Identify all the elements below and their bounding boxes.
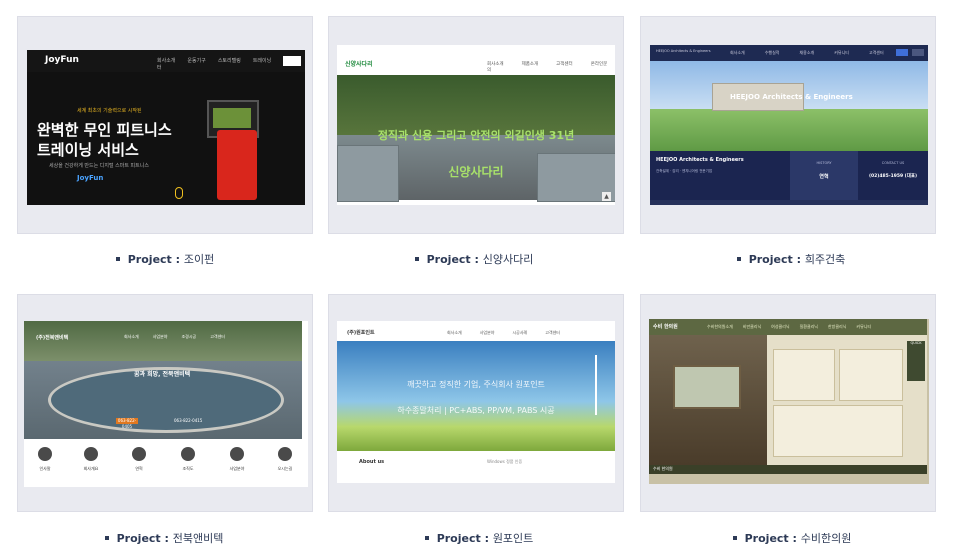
preview-menu-button — [283, 56, 301, 66]
preview-content-box — [773, 405, 903, 457]
project-card-joyfun[interactable]: JoyFun 회사소개운동기구스토리텔링트레이닝고객센터 세계 최초의 기술력으… — [17, 16, 313, 234]
preview-headline: 정직과 신용 그리고 안전의 외길인생 31년 — [377, 129, 575, 142]
project-card-subi[interactable]: 수비 한의원 수비한의원소개 비만클리닉 여성클리닉 질환클리닉 한방클리닉 커뮤니티 Q… — [640, 294, 936, 512]
project-caption[interactable]: Project : 신양사다리 — [324, 251, 624, 267]
preview-footer — [649, 465, 927, 474]
project-caption[interactable]: Project : 희주건축 — [641, 251, 941, 267]
bullet-icon — [424, 536, 429, 540]
preview-headline: 깨끗하고 정직한 기업, 주식회사 원포인트 — [407, 380, 545, 389]
preview-phone-2: 063-822-0415 — [174, 418, 203, 423]
project-card-sinyang[interactable]: 신양사다리 회사소개 제품소개 고객센터 온라인문의 정직과 신용 그리고 안전의 외… — [328, 16, 624, 234]
project-thumbnail[interactable]: JoyFun 회사소개운동기구스토리텔링트레이닝고객센터 세계 최초의 기술력으… — [27, 50, 305, 205]
preview-contact-panel: CONTACT US (02)485-1959 (대표) — [858, 151, 928, 200]
project-thumbnail[interactable]: HEEJOO Architects & Engineers 회사소개 수행실적 채용… — [650, 45, 928, 205]
preview-content-box — [773, 349, 835, 401]
project-thumbnail[interactable]: 수비 한의원 수비한의원소개 비만클리닉 여성클리닉 질환클리닉 한방클리닉 커뮤니티 Q… — [649, 319, 929, 484]
preview-logo: (주)전북앤비텍 — [36, 335, 69, 341]
preview-logo: JoyFun — [45, 55, 79, 65]
preview-content-box — [839, 349, 903, 401]
quick-menu: QUICK — [907, 341, 925, 381]
project-thumbnail[interactable]: 신양사다리 회사소개 제품소개 고객센터 온라인문의 정직과 신용 그리고 안전의 외… — [337, 45, 615, 205]
project-card-onepoint[interactable]: (주)원포인트 회사소개 사업분야 시공사례 고객센터 깨끗하고 정직한 기업, 주식… — [328, 294, 624, 512]
preview-headline: 꿈과 희망, 전북앤비텍 — [134, 371, 191, 378]
preview-subheadline: 하수종말처리 | PC+ABS, PP/VM, PABS 시공 — [397, 406, 555, 415]
preview-subtext: 세상을 건강하게 만드는 디지털 스마트 피트니스 — [49, 163, 149, 169]
location-icon — [278, 447, 292, 461]
history-icon — [132, 447, 146, 461]
business-icon — [230, 447, 244, 461]
preview-logo: 수비 한의원 — [653, 324, 678, 330]
org-chart-icon — [181, 447, 195, 461]
preview-menu: 회사소개 제품소개 고객센터 온라인문의 — [487, 62, 608, 73]
preview-icon-bar — [24, 439, 302, 476]
lang-button — [896, 49, 908, 56]
bullet-icon — [732, 536, 737, 540]
preview-headline: HEEJOO Architects & Engineers — [730, 93, 853, 101]
preview-about-heading: About us — [359, 459, 385, 465]
preview-logo: HEEJOO Architects & Engineers — [656, 49, 711, 53]
scroll-indicator-icon — [175, 187, 183, 199]
preview-window-image — [673, 365, 741, 409]
preview-footer-logo: 수비 한의원 — [653, 466, 673, 471]
project-caption[interactable]: Project : 원포인트 — [329, 530, 629, 546]
preview-tagline: 세계 최초의 기술력으로 시작된 — [77, 108, 142, 114]
preview-subheadline: 신양사다리 — [448, 165, 504, 179]
preview-phone-1: 063-822-0405 — [116, 418, 138, 429]
preview-footer-note: Windows 정품 인증 — [487, 459, 523, 464]
bullet-icon — [115, 257, 120, 261]
preview-hill-image — [337, 75, 615, 135]
preview-menu: 회사소개 사업분야 시공사례 고객센터 — [447, 330, 560, 335]
lang-button — [912, 49, 924, 56]
preview-hero-image — [337, 341, 615, 451]
project-caption[interactable]: Project : 수비한의원 — [642, 530, 942, 546]
project-card-jeonbuk[interactable]: (주)전북앤비텍 회사소개 사업분야 조경시공 고객센터 꿈과 희망, 전북앤비텍 0… — [17, 294, 313, 512]
scroll-top-icon: ▲ — [602, 192, 611, 201]
machine-image — [217, 130, 257, 200]
bullet-icon — [736, 257, 741, 261]
bullet-icon — [104, 536, 109, 540]
preview-trees-image — [24, 321, 302, 361]
preview-menu: 회사소개 사업분야 조경시공 고객센터 — [124, 334, 225, 339]
project-thumbnail[interactable]: (주)원포인트 회사소개 사업분야 시공사례 고객센터 깨끗하고 정직한 기업, 주식… — [337, 321, 615, 483]
preview-headline: 완벽한 무인 피트니스 트레이닝 서비스 — [37, 121, 172, 159]
project-caption[interactable]: Project : 전북앤비텍 — [14, 530, 314, 546]
preview-info-panel: HEEJOO Architects & Engineers 건축설계 · 감리 … — [650, 151, 790, 200]
preview-history-panel: HISTORY 연혁 — [790, 151, 858, 200]
project-card-heejoo[interactable]: HEEJOO Architects & Engineers 회사소개 수행실적 채용… — [640, 16, 936, 234]
preview-campus-image — [650, 109, 928, 151]
preview-logo: (주)원포인트 — [347, 330, 375, 336]
preview-logo: 신양사다리 — [345, 61, 373, 68]
project-thumbnail[interactable]: (주)전북앤비텍 회사소개 사업분야 조경시공 고객센터 꿈과 희망, 전북앤비텍 0… — [24, 321, 308, 487]
greeting-icon — [38, 447, 52, 461]
bullet-icon — [414, 257, 419, 261]
preview-menu: 수비한의원소개 비만클리닉 여성클리닉 질환클리닉 한방클리닉 커뮤니티 — [707, 324, 872, 329]
project-caption[interactable]: Project : 조이펀 — [15, 251, 315, 267]
preview-brand: JoyFun — [77, 174, 104, 182]
company-icon — [84, 447, 98, 461]
preview-menu: 회사소개 수행실적 채용소개 커뮤니티 고객센터 — [730, 50, 884, 55]
